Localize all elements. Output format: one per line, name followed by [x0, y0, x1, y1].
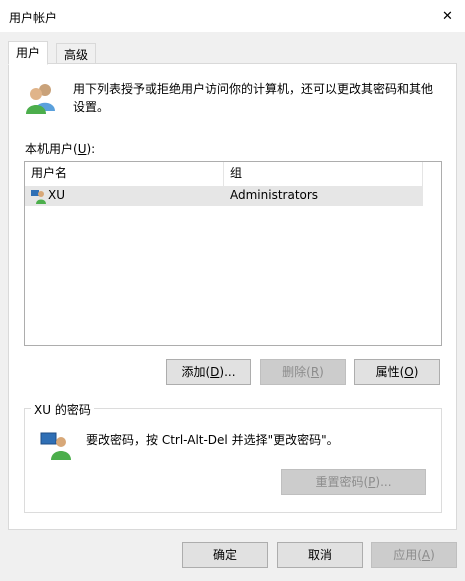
password-icon: [40, 430, 72, 465]
apply-button[interactable]: 应用(A): [371, 542, 457, 568]
table-row[interactable]: XU Administrators: [25, 186, 423, 206]
tab-advanced-label: 高级: [64, 48, 89, 62]
users-list[interactable]: 用户名 组 XU Administrators: [24, 161, 442, 346]
tab-advanced[interactable]: 高级: [56, 43, 97, 65]
tab-users-label: 用户: [16, 46, 41, 60]
window-title: 用户帐户: [9, 11, 58, 25]
cell-group: Administrators: [230, 188, 319, 202]
close-icon: ✕: [442, 8, 453, 24]
remove-button[interactable]: 删除(R): [260, 359, 346, 385]
list-header: 用户名 组: [25, 162, 423, 187]
password-group-title: XU 的密码: [31, 401, 94, 418]
tab-users[interactable]: 用户: [8, 41, 49, 65]
column-header-group[interactable]: 组: [224, 162, 423, 186]
properties-button[interactable]: 属性(O): [354, 359, 440, 385]
column-header-username[interactable]: 用户名: [25, 162, 224, 186]
ok-button[interactable]: 确定: [182, 542, 268, 568]
title-bar: 用户帐户 ✕: [0, 0, 465, 32]
intro-text: 用下列表授予或拒绝用户访问你的计算机，还可以更改其密码和其他设置。: [73, 82, 434, 114]
password-instructions: 要改密码，按 Ctrl-Alt-Del 并选择"更改密码"。: [86, 433, 339, 447]
add-button[interactable]: 添加(D)...: [166, 359, 251, 385]
user-icon: [30, 188, 46, 207]
cancel-button[interactable]: 取消: [277, 542, 363, 568]
close-button[interactable]: ✕: [430, 0, 465, 32]
local-users-label: 本机用户(U):: [25, 142, 96, 156]
cell-username: XU: [48, 188, 66, 202]
tab-panel: 用下列表授予或拒绝用户访问你的计算机，还可以更改其密码和其他设置。 本机用户(U…: [8, 63, 457, 530]
users-icon: [24, 81, 58, 118]
reset-password-button[interactable]: 重置密码(P)...: [281, 469, 426, 495]
password-groupbox: [24, 408, 442, 513]
